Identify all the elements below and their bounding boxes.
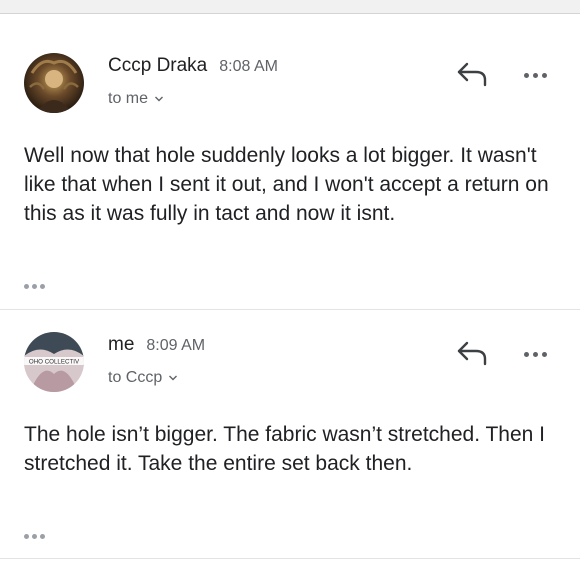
chevron-down-icon [155, 96, 164, 102]
message-time: 8:09 AM [146, 337, 206, 354]
reply-icon [457, 341, 487, 366]
sender-line: me 8:09 AM [108, 334, 205, 356]
more-options-icon [524, 73, 529, 78]
more-options-icon [524, 352, 529, 357]
show-trimmed-content-icon [24, 534, 29, 539]
message-card: OHO COLLECTIV me 8:09 AM to Cccp The hol… [0, 310, 580, 555]
recipient-label: to Cccp [108, 369, 163, 386]
message-body: Well now that hole suddenly looks a lot … [24, 144, 549, 225]
recipient-details-toggle[interactable]: to Cccp [108, 369, 178, 387]
recipient-label: to me [108, 90, 149, 107]
top-app-bar [0, 0, 580, 14]
message-body: The hole isn’t bigger. The fabric wasn’t… [24, 423, 546, 475]
sender-name[interactable]: Cccp Draka [108, 55, 207, 77]
message-card: Cccp Draka 8:08 AM to me Well now that h… [0, 29, 580, 309]
more-options-button[interactable] [524, 344, 554, 360]
recipient-details-toggle[interactable]: to me [108, 90, 164, 108]
message-divider [0, 558, 580, 559]
show-trimmed-content-button[interactable] [24, 526, 52, 539]
reply-button[interactable] [456, 340, 490, 366]
chevron-down-icon [169, 375, 178, 381]
sender-avatar[interactable]: OHO COLLECTIV [24, 332, 84, 392]
avatar-text: OHO COLLECTIV [29, 359, 80, 366]
show-trimmed-content-icon [24, 284, 29, 289]
more-options-button[interactable] [524, 65, 554, 81]
sender-line: Cccp Draka 8:08 AM [108, 55, 278, 77]
message-time: 8:08 AM [219, 58, 278, 75]
show-trimmed-content-button[interactable] [24, 276, 52, 289]
sender-avatar[interactable] [24, 53, 84, 113]
reply-icon [457, 62, 487, 87]
sender-name[interactable]: me [108, 334, 134, 356]
reply-button[interactable] [456, 61, 490, 87]
